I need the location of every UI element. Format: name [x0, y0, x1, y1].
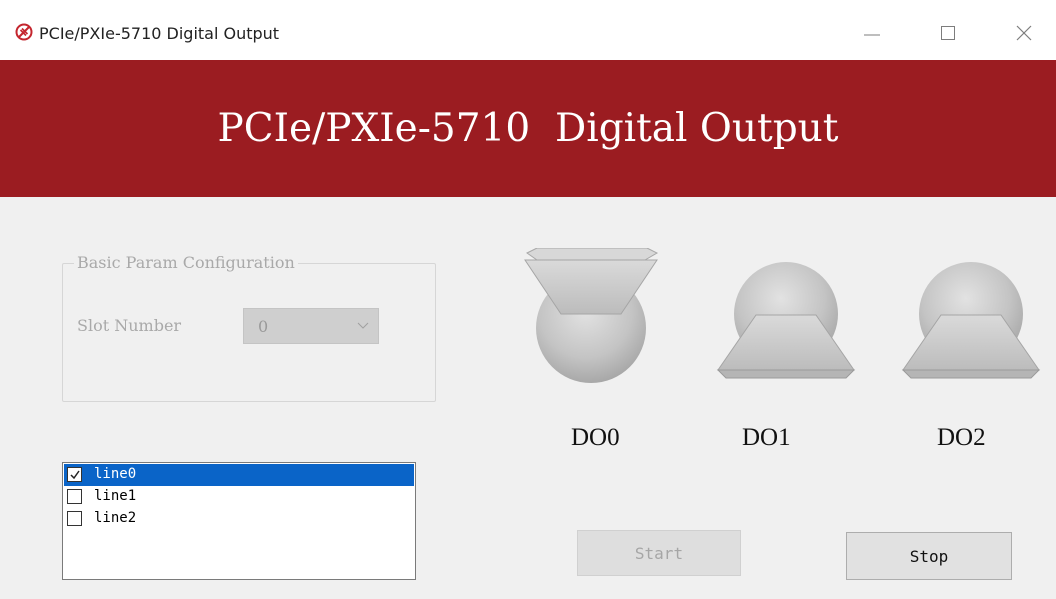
checkmark-icon: [70, 470, 80, 480]
list-item-line1[interactable]: line1: [64, 486, 414, 508]
slot-number-label: Slot Number: [77, 316, 182, 335]
minimize-button[interactable]: [850, 18, 894, 48]
app-logo-icon: [14, 22, 34, 42]
line2-checkbox[interactable]: [67, 511, 82, 526]
do0-indicator: [524, 248, 659, 383]
start-button[interactable]: Start: [577, 530, 741, 576]
maximize-button[interactable]: [926, 18, 970, 48]
header-banner: PCIe/PXIe-5710 Digital Output: [0, 60, 1056, 197]
slot-number-value: 0: [258, 317, 269, 336]
line1-label: line1: [94, 488, 137, 504]
line-checklist[interactable]: line0 line1 line2: [62, 462, 416, 580]
do1-indicator: [716, 262, 856, 379]
title-bar: PCIe/PXIe-5710 Digital Output: [0, 0, 1056, 60]
list-item-line0[interactable]: line0: [64, 464, 414, 486]
close-button[interactable]: [1002, 18, 1046, 48]
banner-title: PCIe/PXIe-5710 Digital Output: [217, 106, 839, 151]
line0-checkbox[interactable]: [67, 467, 82, 482]
window-title: PCIe/PXIe-5710 Digital Output: [39, 24, 280, 43]
minimize-icon: [864, 34, 880, 36]
close-icon: [1016, 25, 1032, 41]
slot-number-select[interactable]: 0: [243, 308, 379, 344]
do2-label: DO2: [937, 424, 986, 451]
groupbox-title: Basic Param Configuration: [74, 253, 298, 272]
stop-button[interactable]: Stop: [846, 532, 1012, 580]
line1-checkbox[interactable]: [67, 489, 82, 504]
chevron-down-icon: [357, 322, 369, 329]
do0-label: DO0: [571, 424, 620, 451]
do2-indicator: [901, 262, 1041, 379]
line0-label: line0: [94, 466, 137, 482]
maximize-icon: [941, 26, 955, 40]
do1-label: DO1: [742, 424, 791, 451]
line2-label: line2: [94, 510, 137, 526]
list-item-line2[interactable]: line2: [64, 508, 414, 530]
